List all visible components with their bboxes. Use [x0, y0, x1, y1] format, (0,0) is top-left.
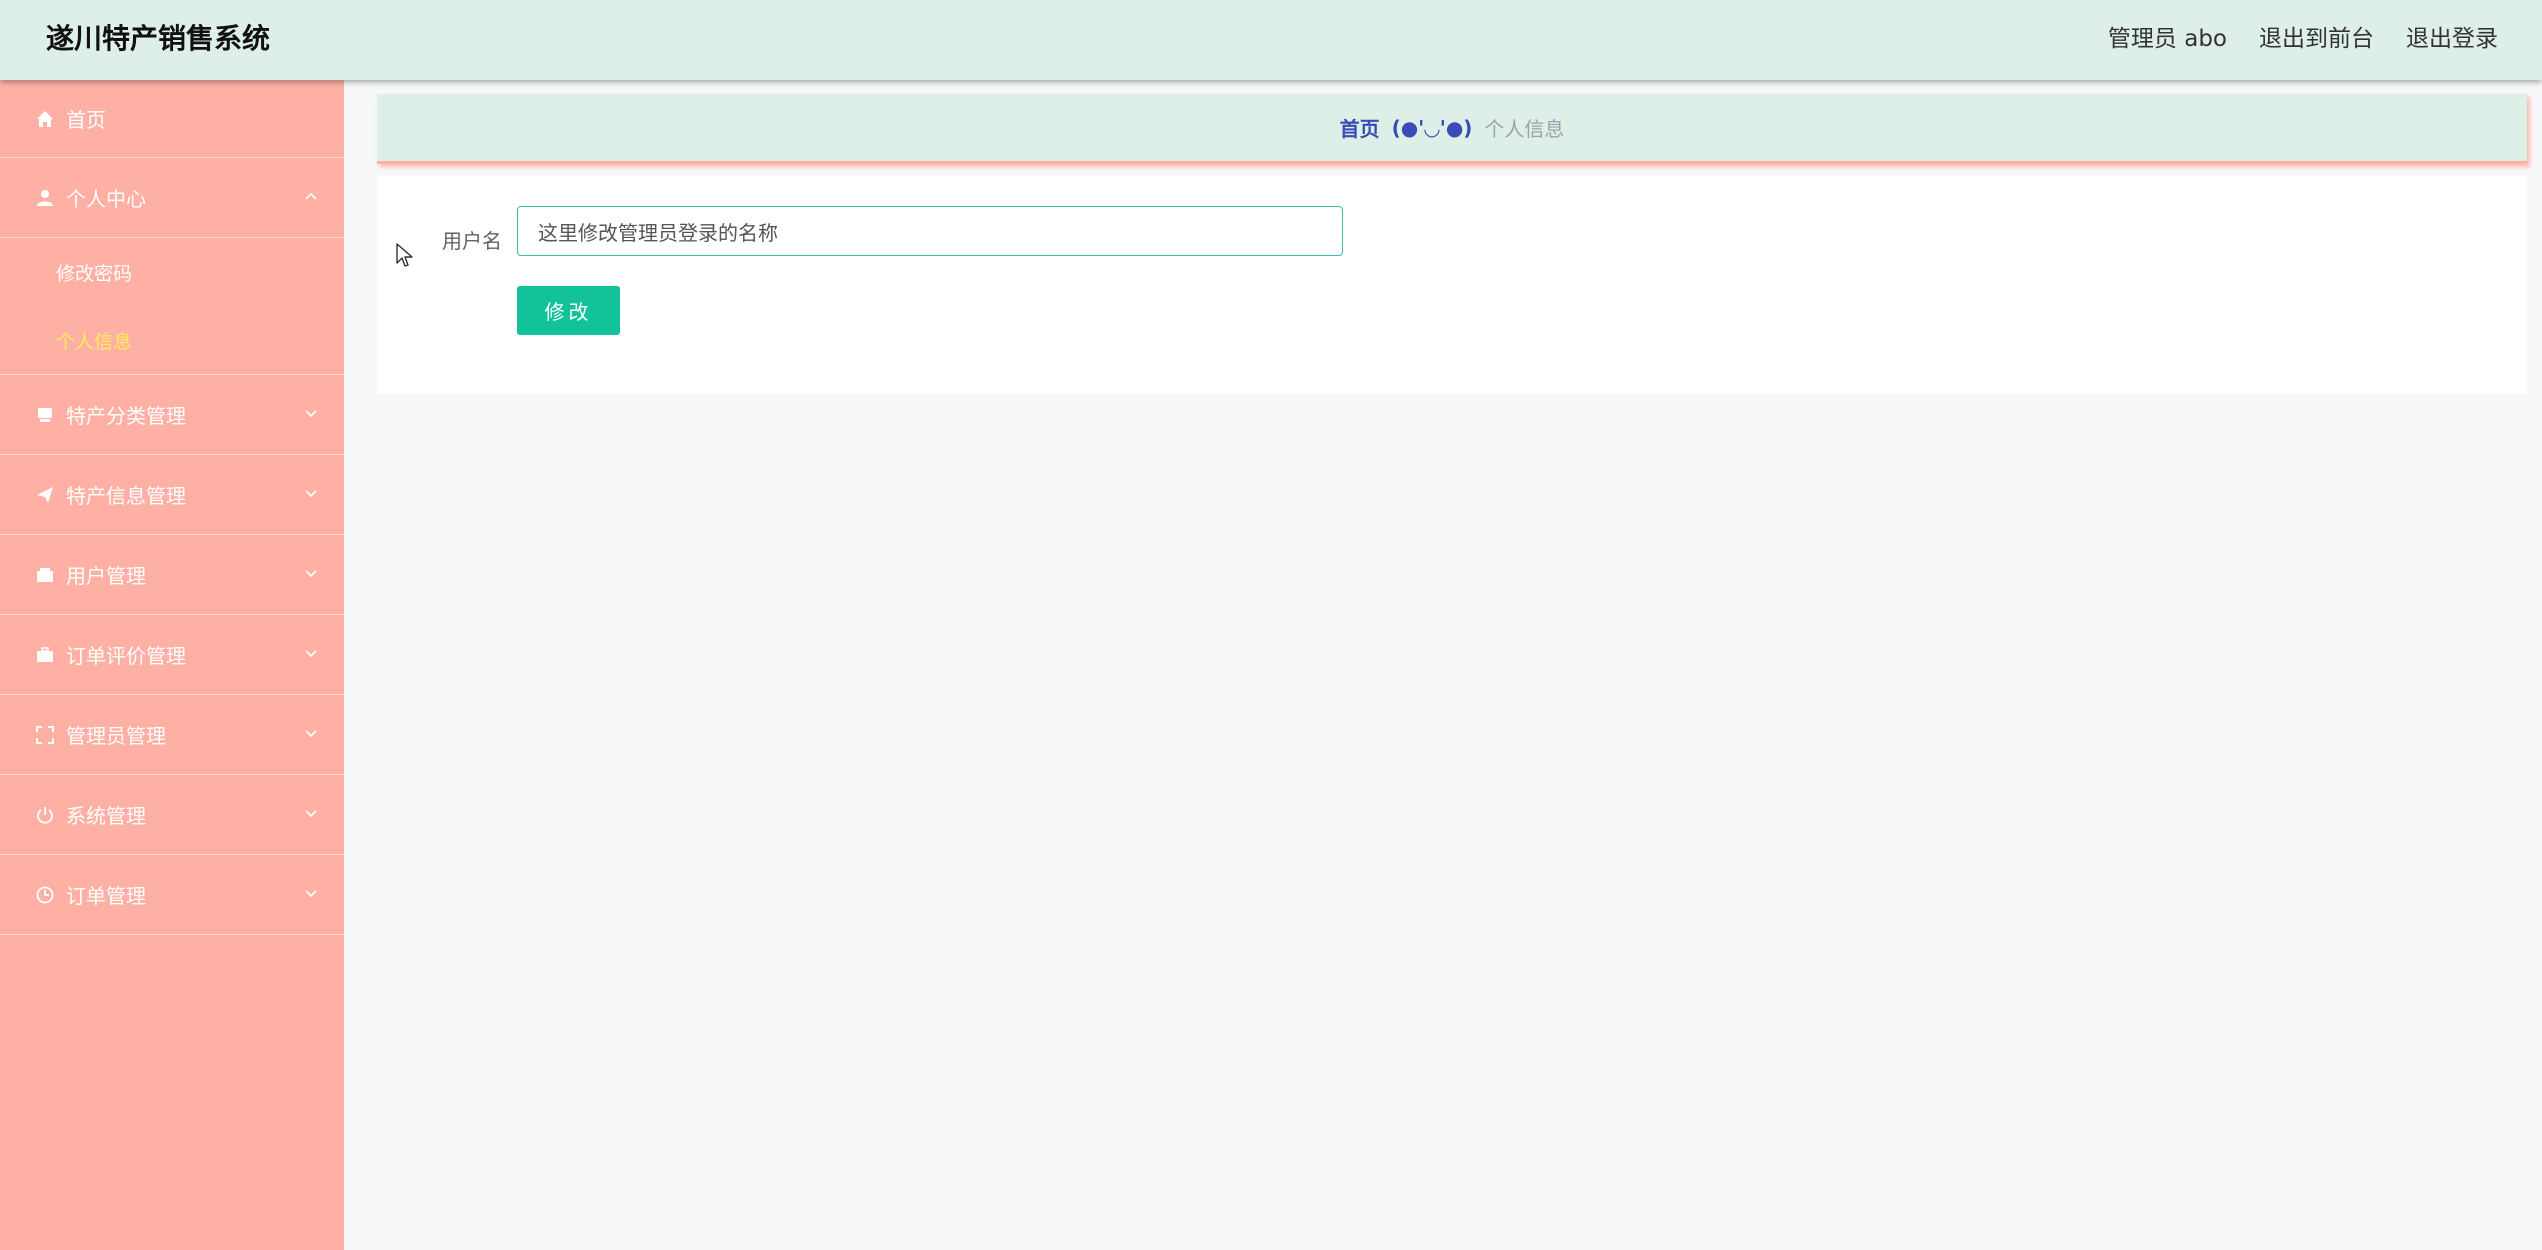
chevron-down-icon [304, 566, 318, 580]
sidebar-item-label: 订单管理 [66, 884, 146, 908]
admin-user-label[interactable]: 管理员 abo [2108, 20, 2227, 58]
sidebar-item-order-management[interactable]: 订单管理 [0, 855, 344, 935]
sidebar-item-home[interactable]: 首页 [0, 80, 344, 158]
sidebar-item-admin-management[interactable]: 管理员管理 [0, 695, 344, 775]
personal-info-form: 用户名 修改 [377, 176, 2527, 394]
home-icon [34, 108, 56, 130]
briefcase-icon [34, 644, 56, 666]
top-bar: 遂川特产销售系统 管理员 abo 退出到前台 退出登录 [0, 0, 2542, 80]
wallet-icon [34, 564, 56, 586]
chevron-down-icon [304, 486, 318, 500]
breadcrumb: 首页 (●'◡'●) 个人信息 [377, 94, 2527, 164]
sidebar: 首页 个人中心 修改密码 个人信息 特产分类管理 特产信息管理 用户管理 订单评… [0, 80, 344, 1250]
fullscreen-icon [34, 724, 56, 746]
sidebar-item-label: 系统管理 [66, 804, 146, 828]
sidebar-item-product-info-management[interactable]: 特产信息管理 [0, 455, 344, 535]
sidebar-item-personal-center[interactable]: 个人中心 [0, 158, 344, 238]
chevron-down-icon [304, 806, 318, 820]
chevron-down-icon [304, 646, 318, 660]
sidebar-item-category-management[interactable]: 特产分类管理 [0, 375, 344, 455]
sidebar-item-system-management[interactable]: 系统管理 [0, 775, 344, 855]
sidebar-item-label: 特产分类管理 [66, 404, 186, 428]
sidebar-item-label: 个人中心 [66, 187, 146, 211]
sidebar-item-label: 首页 [66, 108, 106, 132]
chevron-down-icon [304, 406, 318, 420]
breadcrumb-separator: (●'◡'●) [1391, 115, 1473, 140]
sidebar-item-order-review-management[interactable]: 订单评价管理 [0, 615, 344, 695]
breadcrumb-current: 个人信息 [1484, 117, 1565, 141]
power-icon [34, 804, 56, 826]
sidebar-subitem-change-password[interactable]: 修改密码 [0, 238, 344, 306]
send-icon [34, 484, 56, 506]
sidebar-item-user-management[interactable]: 用户管理 [0, 535, 344, 615]
top-links: 管理员 abo 退出到前台 退出登录 [2108, 20, 2498, 58]
app-title: 遂川特产销售系统 [46, 22, 271, 55]
username-label: 用户名 [442, 229, 502, 253]
logout-link[interactable]: 退出登录 [2406, 20, 2498, 58]
sidebar-item-label: 特产信息管理 [66, 484, 186, 508]
mouse-cursor-icon [396, 243, 414, 269]
sidebar-subitem-personal-info[interactable]: 个人信息 [0, 306, 344, 374]
sidebar-item-label: 订单评价管理 [66, 644, 186, 668]
username-input[interactable] [517, 206, 1343, 256]
sidebar-item-label: 管理员管理 [66, 724, 166, 748]
user-icon [34, 187, 56, 209]
personal-center-submenu: 修改密码 个人信息 [0, 238, 344, 375]
box-icon [34, 404, 56, 426]
chevron-down-icon [304, 886, 318, 900]
breadcrumb-home-link[interactable]: 首页 [1340, 113, 1380, 142]
submit-button[interactable]: 修改 [517, 286, 620, 335]
chevron-down-icon [304, 726, 318, 740]
chevron-up-icon [304, 189, 318, 203]
exit-to-front-link[interactable]: 退出到前台 [2259, 20, 2374, 58]
sidebar-item-label: 用户管理 [66, 564, 146, 588]
clock-icon [34, 884, 56, 906]
